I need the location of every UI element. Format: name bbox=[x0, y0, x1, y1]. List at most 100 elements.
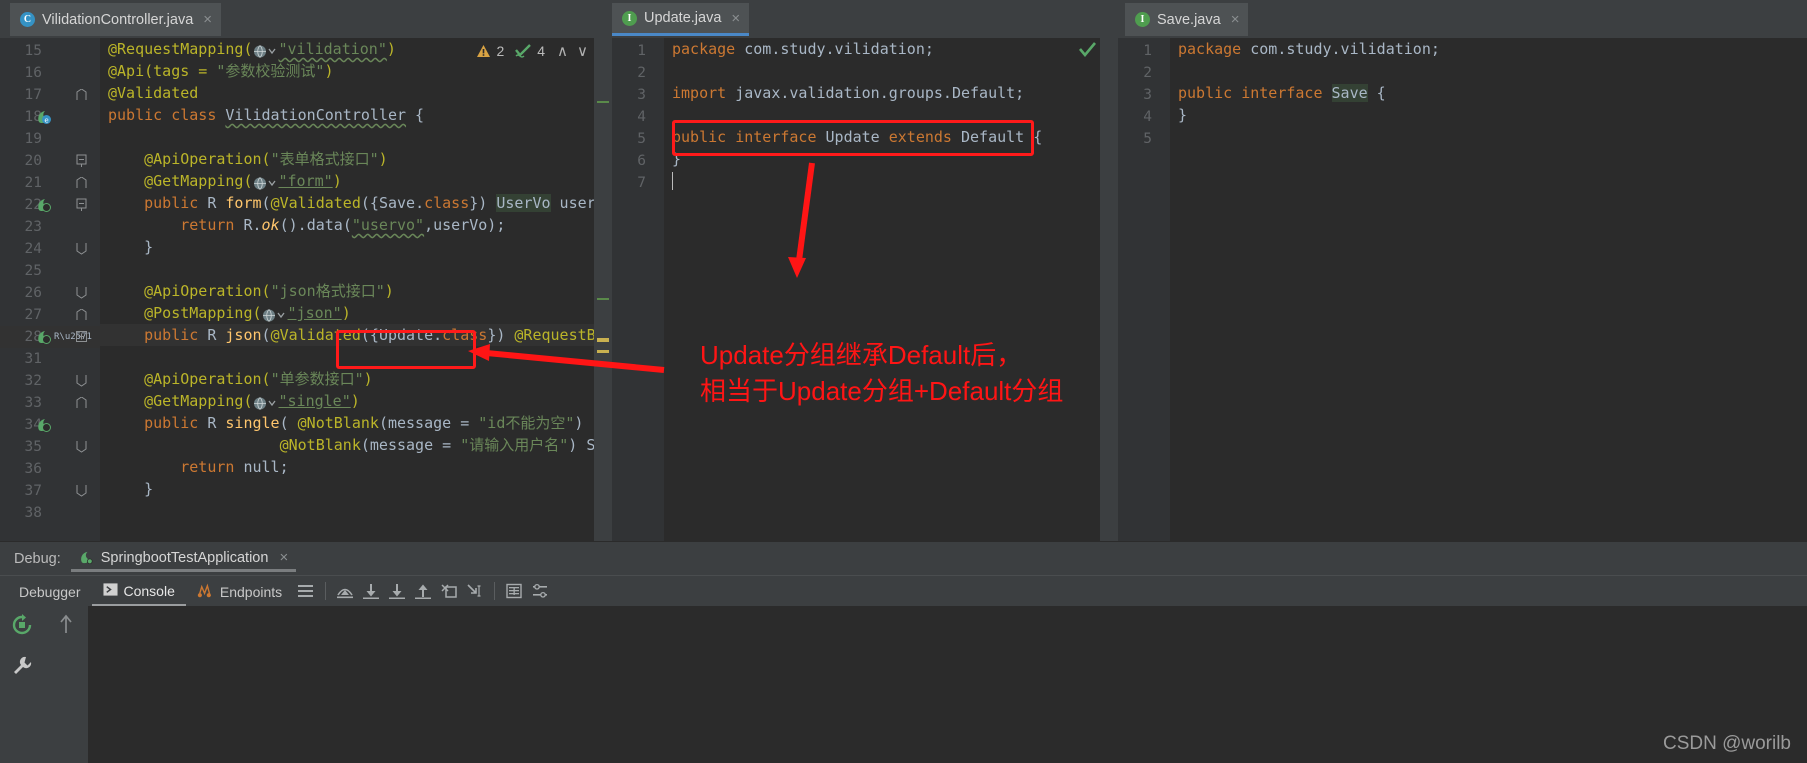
tab-save[interactable]: I Save.java × bbox=[1125, 3, 1249, 36]
inspection-mark bbox=[597, 350, 609, 353]
code-line: @ApiOperation("表单格式接口") bbox=[144, 150, 388, 168]
warning-count: 2 bbox=[496, 43, 505, 59]
tab-console[interactable]: Console bbox=[91, 577, 186, 606]
fold-marker-icon[interactable] bbox=[76, 177, 87, 189]
svg-text:e: e bbox=[44, 117, 48, 125]
debug-config-name: SpringbootTestApplication bbox=[100, 549, 269, 566]
toolbar-separator bbox=[494, 582, 496, 600]
line-number: 38 bbox=[24, 505, 42, 521]
inspection-status-1[interactable]: 2 4 ∧ ∨ bbox=[476, 42, 588, 60]
tab-update[interactable]: I Update.java × bbox=[612, 3, 750, 36]
code-line: public R single( @NotBlank(message = "id… bbox=[144, 414, 612, 432]
green-check-icon[interactable] bbox=[1079, 42, 1096, 57]
warning-triangle-icon[interactable] bbox=[476, 44, 491, 58]
step-out-icon[interactable] bbox=[410, 580, 436, 602]
line-number: 21 bbox=[24, 175, 42, 191]
code-line: @NotBlank(message = "请输入用户名") String bbox=[279, 436, 612, 454]
scroll-up-icon[interactable] bbox=[58, 614, 74, 639]
check-count: 4 bbox=[537, 43, 546, 59]
code-line bbox=[664, 170, 1118, 192]
run-gutter-icon[interactable] bbox=[36, 417, 52, 433]
code-line: return null; bbox=[180, 458, 289, 476]
code-line: } bbox=[672, 150, 682, 168]
line-number: 19 bbox=[24, 131, 42, 147]
force-step-into-icon[interactable] bbox=[384, 580, 410, 602]
line-number: 1 bbox=[637, 43, 646, 59]
wrench-icon[interactable] bbox=[11, 655, 33, 682]
inspection-status-2[interactable] bbox=[1079, 42, 1096, 57]
run-gutter-icon[interactable] bbox=[36, 329, 52, 345]
fold-marker-icon[interactable] bbox=[76, 89, 87, 101]
spring-leaf-icon bbox=[79, 550, 94, 565]
tab-debugger[interactable]: Debugger bbox=[8, 579, 92, 604]
watermark: CSDN @worilb bbox=[1662, 733, 1791, 754]
globe-icon bbox=[262, 304, 288, 322]
tab-vilidationcontroller[interactable]: C VilidationController.java × bbox=[10, 3, 222, 36]
inspection-mark bbox=[597, 338, 609, 342]
fold-marker-icon[interactable] bbox=[76, 485, 87, 497]
line-number: 16 bbox=[24, 65, 42, 81]
fold-marker-icon[interactable] bbox=[76, 441, 87, 453]
fold-marker-icon[interactable] bbox=[76, 375, 87, 387]
line-number: 3 bbox=[1143, 87, 1152, 103]
drop-frame-icon[interactable] bbox=[436, 580, 462, 602]
line-number: 26 bbox=[24, 285, 42, 301]
code-line: public interface Save { bbox=[1178, 84, 1386, 102]
fold-marker-icon[interactable] bbox=[76, 154, 87, 167]
fold-marker-icon[interactable] bbox=[76, 243, 87, 255]
line-number: 15 bbox=[24, 43, 42, 59]
debug-toolbar: Debugger Console Endpoints bbox=[0, 575, 1807, 606]
code-line: } bbox=[1178, 106, 1188, 124]
tab-label: VilidationController.java bbox=[42, 11, 194, 28]
fold-marker-icon[interactable] bbox=[76, 198, 87, 211]
code-line: @GetMapping("form") bbox=[144, 172, 342, 190]
step-into-icon[interactable] bbox=[358, 580, 384, 602]
debug-left-rail bbox=[0, 606, 44, 763]
line-number: 4 bbox=[637, 109, 646, 125]
settings-lines-icon[interactable] bbox=[527, 580, 553, 602]
close-icon[interactable]: × bbox=[1231, 12, 1240, 27]
evaluate-expression-icon[interactable] bbox=[501, 580, 527, 602]
fold-expand-icon[interactable] bbox=[76, 331, 87, 342]
inspection-mark bbox=[597, 298, 609, 300]
fold-marker-icon[interactable] bbox=[76, 309, 87, 321]
tab-endpoints[interactable]: Endpoints bbox=[186, 578, 293, 605]
fold-marker-icon[interactable] bbox=[76, 397, 87, 409]
line-number: 6 bbox=[637, 153, 646, 169]
chevron-down-icon[interactable]: ∨ bbox=[577, 42, 588, 60]
ide-window: C VilidationController.java × 15 16 17 1… bbox=[0, 0, 1807, 763]
run-to-cursor-icon[interactable] bbox=[462, 580, 488, 602]
console-output[interactable]: CSDN @worilb bbox=[88, 606, 1807, 763]
line-number: 20 bbox=[24, 153, 42, 169]
debug-config-tab[interactable]: SpringbootTestApplication × bbox=[70, 545, 297, 572]
chevron-up-icon[interactable]: ∧ bbox=[557, 42, 568, 60]
run-gutter-icon[interactable]: e bbox=[36, 109, 52, 125]
close-icon[interactable]: × bbox=[203, 12, 212, 27]
debug-label: Debug: bbox=[14, 550, 61, 567]
code-line: @PostMapping("json") bbox=[144, 304, 351, 322]
green-check-wave-icon[interactable] bbox=[515, 44, 532, 58]
run-gutter-icon[interactable] bbox=[36, 197, 52, 213]
interface-icon: I bbox=[1135, 12, 1150, 27]
line-number: 24 bbox=[24, 241, 42, 257]
inspection-mark bbox=[597, 101, 609, 103]
code-line: package com.study.vilidation; bbox=[672, 40, 934, 58]
code-line: public R json(@Validated({Update.class})… bbox=[100, 324, 612, 346]
line-number: 36 bbox=[24, 461, 42, 477]
fold-marker-icon[interactable] bbox=[76, 287, 87, 299]
line-number: 17 bbox=[24, 87, 42, 103]
code-line: } bbox=[144, 480, 154, 498]
step-over-icon[interactable] bbox=[332, 580, 358, 602]
rerun-icon[interactable] bbox=[11, 614, 33, 641]
code-line: @GetMapping("single") bbox=[144, 392, 360, 410]
code-line: import javax.validation.groups.Default; bbox=[672, 84, 1025, 102]
close-icon[interactable]: × bbox=[731, 11, 740, 26]
annotation-line-2: 相当于Update分组+Default分组 bbox=[700, 376, 1064, 406]
layout-lines-icon[interactable] bbox=[293, 580, 319, 602]
close-icon[interactable]: × bbox=[279, 549, 288, 566]
code-line: @ApiOperation("单参数接口") bbox=[144, 370, 373, 388]
debug-sub-rail bbox=[44, 606, 88, 763]
